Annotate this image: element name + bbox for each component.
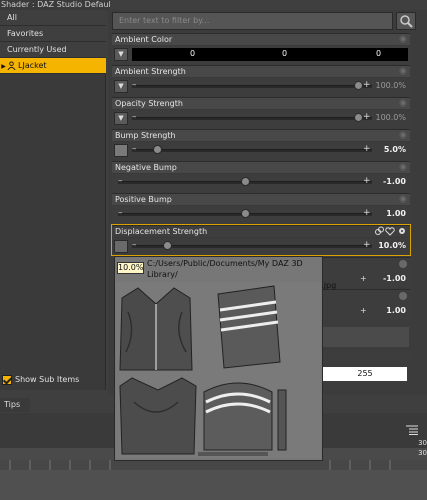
- surface-list-panel: All Favorites Currently Used ▶ LJacket: [0, 10, 106, 390]
- prop-row-behind-popup: [323, 327, 409, 347]
- prop-title: Opacity Strength: [112, 97, 410, 109]
- texture-path-line1: C:/Users/Public/Documents/My DAZ 3D Libr…: [147, 259, 303, 279]
- jacket-texture-image: [116, 282, 321, 458]
- decrement-icon[interactable]: –: [118, 177, 123, 186]
- increment-icon[interactable]: +: [360, 274, 367, 283]
- prop-value[interactable]: 1.00: [386, 306, 406, 315]
- color-b: 0: [376, 49, 382, 58]
- slider-knob[interactable]: [354, 113, 363, 122]
- left-item-label: All: [7, 13, 17, 22]
- increment-icon[interactable]: +: [363, 177, 371, 186]
- prop-negative-bump: Negative Bump – + -1.00: [112, 161, 410, 191]
- left-item-favorites[interactable]: Favorites: [0, 26, 106, 42]
- increment-icon[interactable]: +: [360, 306, 367, 315]
- prop-title: Positive Bump: [112, 193, 410, 205]
- gear-icon[interactable]: [399, 260, 407, 268]
- timeline-end-value: 30: [418, 439, 427, 447]
- dropdown-button[interactable]: ▼: [114, 48, 128, 61]
- slider-knob[interactable]: [163, 241, 173, 250]
- prop-row-behind-popup: + 1.00: [323, 289, 410, 319]
- timeline-ticks-graphic: [9, 460, 391, 470]
- checkbox-icon[interactable]: [2, 374, 12, 385]
- dropdown-button[interactable]: ▼: [114, 80, 128, 93]
- left-item-label: Favorites: [7, 29, 44, 38]
- figure-icon: [7, 61, 16, 70]
- timeline-track[interactable]: [0, 470, 427, 500]
- property-options-icons[interactable]: [373, 226, 407, 236]
- prop-value[interactable]: 100.0%: [375, 81, 406, 90]
- gear-icon[interactable]: [399, 292, 407, 300]
- color-value-field[interactable]: 255: [323, 367, 407, 381]
- texture-swatch[interactable]: [114, 144, 128, 157]
- gear-icon[interactable]: [399, 99, 407, 107]
- decrement-icon[interactable]: –: [132, 145, 137, 154]
- prop-value[interactable]: -1.00: [383, 177, 406, 186]
- slider-knob[interactable]: [241, 209, 250, 218]
- left-item-ljacket[interactable]: ▶ LJacket: [0, 58, 106, 74]
- search-icon: [400, 15, 413, 28]
- gear-icon[interactable]: [399, 195, 407, 203]
- increment-icon[interactable]: +: [363, 81, 371, 90]
- zoom-badge: 10.0%: [117, 262, 144, 274]
- prop-displacement-strength: Displacement Strength – + 10.0%: [111, 224, 411, 256]
- prop-positive-bump: Positive Bump – + 1.00: [112, 193, 410, 223]
- prop-ambient-color: Ambient Color ▼ 0 0 0: [112, 33, 410, 63]
- gear-icon[interactable]: [399, 35, 407, 43]
- slider-track[interactable]: [132, 117, 372, 120]
- increment-icon[interactable]: +: [363, 113, 371, 122]
- favorite-heart-icon: [385, 227, 395, 236]
- show-sub-items-checkbox[interactable]: Show Sub Items: [2, 374, 79, 386]
- increment-icon[interactable]: +: [363, 241, 371, 250]
- slider-track[interactable]: [132, 149, 372, 152]
- gear-icon[interactable]: [399, 67, 407, 75]
- prop-value[interactable]: 10.0%: [378, 241, 406, 250]
- timeline-end-value: 30: [418, 449, 427, 457]
- dropdown-button[interactable]: ▼: [114, 112, 128, 125]
- decrement-icon[interactable]: –: [132, 241, 137, 250]
- decrement-icon[interactable]: –: [118, 209, 123, 218]
- color-g: 0: [282, 49, 288, 58]
- texture-path: C:/Users/Public/Documents/My DAZ 3D Libr…: [117, 258, 336, 290]
- gear-icon[interactable]: [399, 131, 407, 139]
- increment-icon[interactable]: +: [363, 145, 371, 154]
- prop-title: Displacement Strength: [112, 225, 410, 237]
- prop-value[interactable]: 1.00: [386, 209, 406, 218]
- prop-value[interactable]: 100.0%: [375, 113, 406, 122]
- increment-icon[interactable]: +: [363, 209, 371, 218]
- slider-knob[interactable]: [241, 177, 250, 186]
- color-value-field[interactable]: 0 0 0: [132, 48, 408, 61]
- show-sub-items-label: Show Sub Items: [15, 375, 80, 384]
- texture-swatch[interactable]: [114, 240, 128, 253]
- expand-arrow-icon[interactable]: ▶: [0, 59, 7, 75]
- timeline-end-values: 30 30: [407, 438, 427, 478]
- left-item-label: LJacket: [18, 61, 47, 70]
- slider-knob[interactable]: [354, 81, 363, 90]
- slider-knob[interactable]: [152, 145, 162, 154]
- prop-ambient-strength: Ambient Strength ▼ – + 100.0%: [112, 65, 410, 95]
- left-item-all[interactable]: All: [0, 10, 106, 26]
- search-button[interactable]: [396, 12, 416, 30]
- left-item-currently-used[interactable]: Currently Used: [0, 42, 106, 58]
- prop-bump-strength: Bump Strength – + 5.0%: [112, 129, 410, 159]
- prop-title: Ambient Color: [112, 33, 410, 45]
- prop-title: Ambient Strength: [112, 65, 410, 77]
- menu-lines-icon[interactable]: [406, 425, 418, 435]
- color-r: 0: [190, 49, 196, 58]
- prop-title: Bump Strength: [112, 129, 410, 141]
- gear-icon: [399, 228, 405, 234]
- prop-row-behind-popup: [323, 350, 410, 364]
- decrement-icon[interactable]: –: [132, 81, 137, 90]
- filter-input[interactable]: Enter text to filter by...: [112, 12, 393, 30]
- prop-opacity-strength: Opacity Strength ▼ – + 100.0%: [112, 97, 410, 127]
- prop-value[interactable]: -1.00: [383, 274, 406, 283]
- tab-tips[interactable]: Tips: [0, 398, 30, 412]
- prop-title: Negative Bump: [112, 161, 410, 173]
- link-icon: [375, 226, 384, 235]
- timeline-ticks: [0, 460, 427, 470]
- gear-icon[interactable]: [399, 163, 407, 171]
- decrement-icon[interactable]: –: [132, 113, 137, 122]
- left-item-label: Currently Used: [7, 45, 67, 54]
- slider-track[interactable]: [132, 85, 372, 88]
- prop-value[interactable]: 5.0%: [384, 145, 406, 154]
